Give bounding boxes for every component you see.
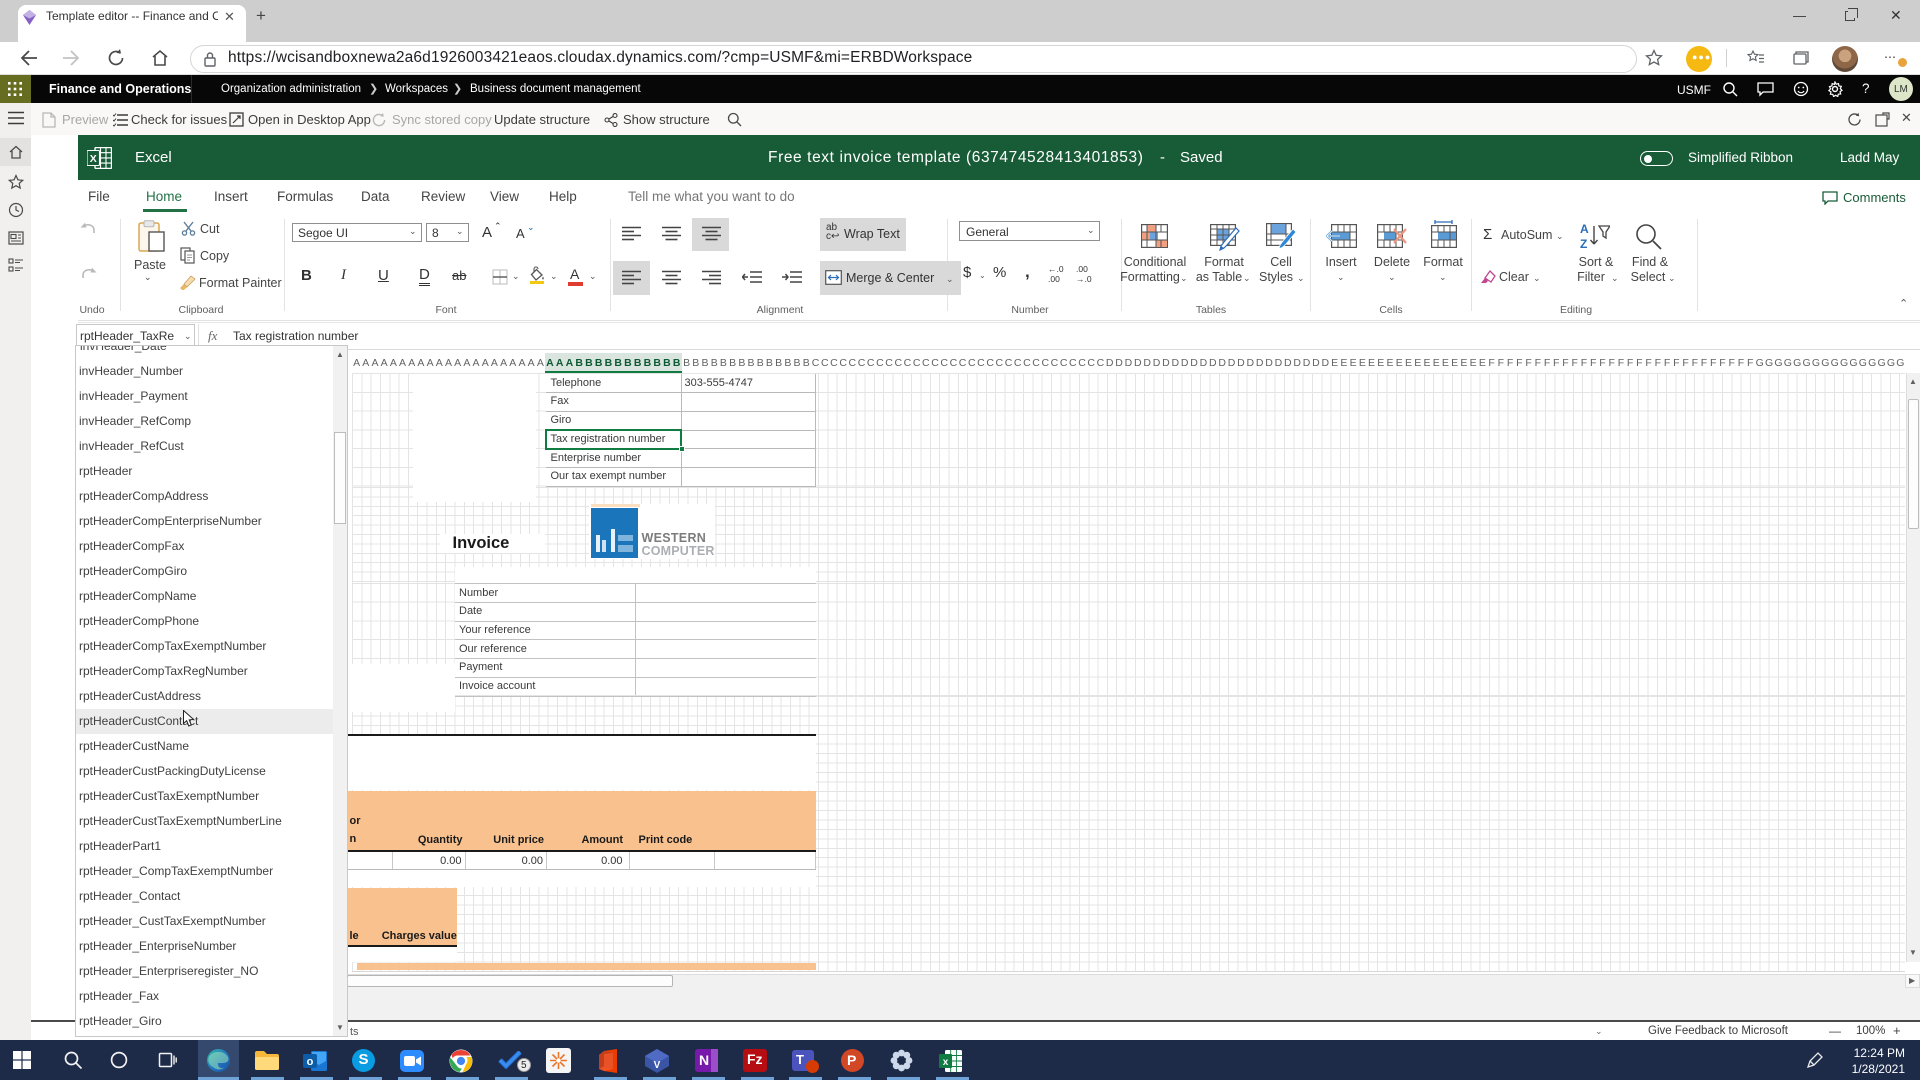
svg-text:X: X [90,153,97,165]
svg-text:Z: Z [1580,237,1587,250]
svg-text:o: o [307,1056,314,1068]
svg-text:x: x [943,1057,949,1068]
svg-text:A: A [1580,222,1589,236]
svg-text:V: V [654,1060,661,1071]
